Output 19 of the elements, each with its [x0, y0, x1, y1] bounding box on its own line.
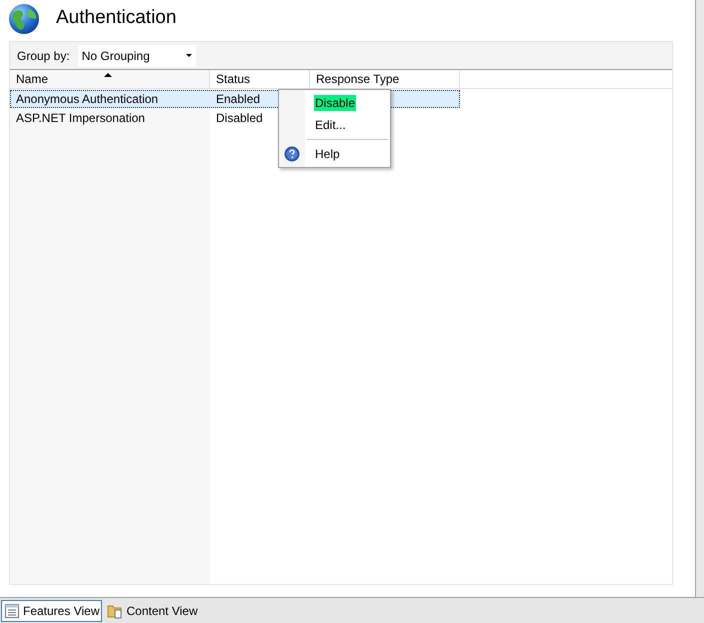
- view-tab[interactable]: Features View: [1, 600, 102, 622]
- group-by-label: Group by:: [17, 48, 70, 64]
- folder-icon: [107, 602, 124, 618]
- view-tab[interactable]: Content View: [104, 600, 201, 622]
- menu-item[interactable]: Edit...: [314, 117, 347, 133]
- group-by-dropdown[interactable]: No Grouping: [78, 44, 196, 66]
- column-header[interactable]: Name: [10, 70, 210, 88]
- table-cell-text: ASP.NET Impersonation: [15, 110, 146, 126]
- table-cell-text: Anonymous Authentication: [15, 91, 160, 107]
- menu-item[interactable]: Disable: [314, 95, 356, 111]
- page-title: Authentication: [56, 6, 176, 30]
- list-icon: [4, 602, 20, 618]
- table-cell-text: Disabled: [215, 110, 264, 126]
- menu-item[interactable]: Help: [314, 146, 341, 162]
- sort-arrow-icon: [104, 73, 112, 77]
- globe-icon: [8, 2, 40, 34]
- help-icon: [284, 146, 300, 162]
- scrollbar[interactable]: [695, 0, 704, 597]
- table-cell-text: Enabled: [215, 91, 262, 107]
